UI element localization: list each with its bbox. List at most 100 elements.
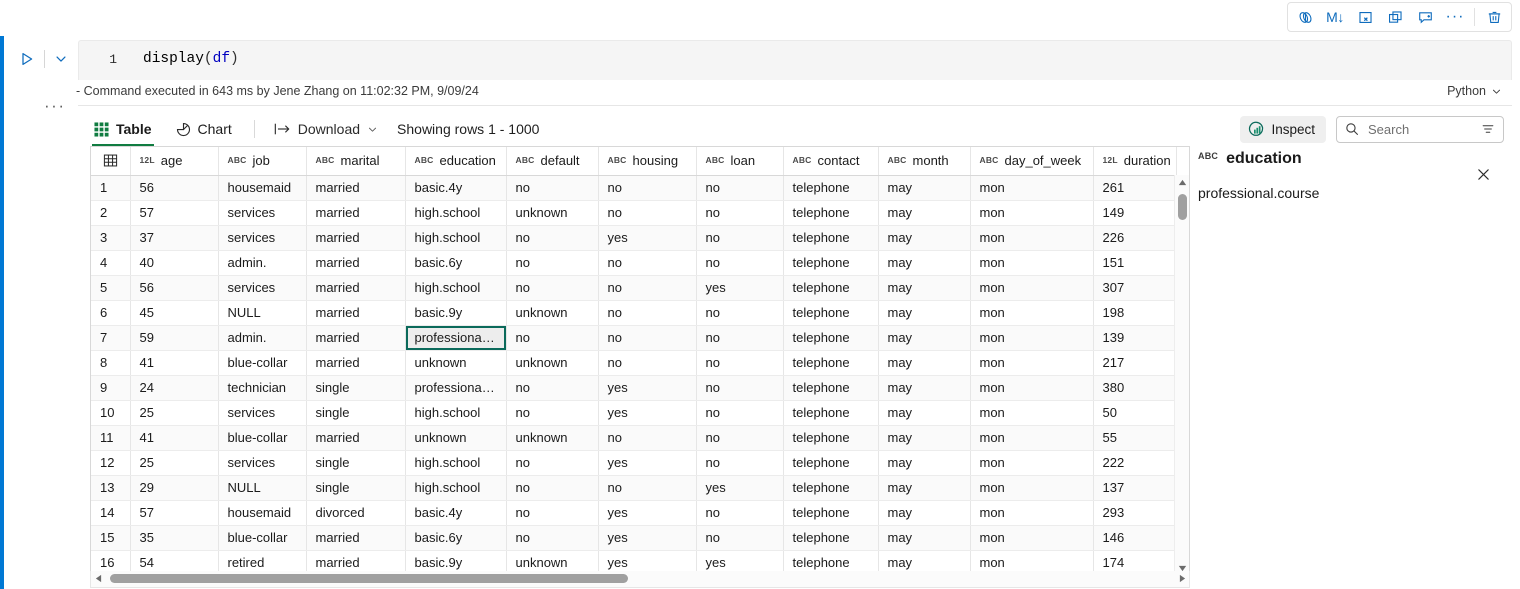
cell-duration[interactable]: 307	[1093, 275, 1176, 300]
cell-housing[interactable]: yes	[598, 500, 696, 525]
cell-default[interactable]: no	[506, 375, 598, 400]
cell-duration[interactable]: 217	[1093, 350, 1176, 375]
row-number-cell[interactable]: 2	[91, 200, 130, 225]
row-number-cell[interactable]: 9	[91, 375, 130, 400]
cell-contact[interactable]: telephone	[783, 500, 878, 525]
row-number-cell[interactable]: 11	[91, 425, 130, 450]
column-header-marital[interactable]: ABCmarital	[306, 147, 405, 175]
cell-day_of_week[interactable]: mon	[970, 250, 1093, 275]
row-number-cell[interactable]: 12	[91, 450, 130, 475]
cell-age[interactable]: 40	[130, 250, 218, 275]
cell-marital[interactable]: married	[306, 350, 405, 375]
column-header-education[interactable]: ABCeducation	[405, 147, 506, 175]
cell-month[interactable]: may	[878, 400, 970, 425]
cell-job[interactable]: services	[218, 225, 306, 250]
cell-age[interactable]: 41	[130, 425, 218, 450]
table-row[interactable]: 1141blue-collarmarriedunknownunknownnono…	[91, 425, 1176, 450]
cell-housing[interactable]: yes	[598, 525, 696, 550]
cell-default[interactable]: no	[506, 525, 598, 550]
cell-default[interactable]: no	[506, 500, 598, 525]
cell-default[interactable]: no	[506, 250, 598, 275]
cell-month[interactable]: may	[878, 225, 970, 250]
column-header-day_of_week[interactable]: ABCday_of_week	[970, 147, 1093, 175]
cell-default[interactable]: no	[506, 275, 598, 300]
table-row[interactable]: 337servicesmarriedhigh.schoolnoyesnotele…	[91, 225, 1176, 250]
row-number-cell[interactable]: 13	[91, 475, 130, 500]
column-header-contact[interactable]: ABCcontact	[783, 147, 878, 175]
row-number-header[interactable]	[91, 147, 130, 175]
cell-contact[interactable]: telephone	[783, 375, 878, 400]
cell-housing[interactable]: no	[598, 425, 696, 450]
cell-marital[interactable]: single	[306, 450, 405, 475]
search-input[interactable]	[1366, 121, 1474, 138]
cell-job[interactable]: housemaid	[218, 175, 306, 200]
cell-month[interactable]: may	[878, 450, 970, 475]
cell-default[interactable]: unknown	[506, 425, 598, 450]
add-comment-icon[interactable]	[1411, 4, 1439, 30]
row-number-cell[interactable]: 5	[91, 275, 130, 300]
collapse-chevron-down-icon[interactable]	[50, 48, 72, 70]
row-number-cell[interactable]: 8	[91, 350, 130, 375]
cell-job[interactable]: technician	[218, 375, 306, 400]
cell-contact[interactable]: telephone	[783, 275, 878, 300]
column-header-duration[interactable]: 12Lduration	[1093, 147, 1176, 175]
cell-contact[interactable]: telephone	[783, 250, 878, 275]
cell-contact[interactable]: telephone	[783, 325, 878, 350]
cell-education[interactable]: basic.4y	[405, 175, 506, 200]
cell-education[interactable]: unknown	[405, 350, 506, 375]
code-editor[interactable]: 1 display(df)	[78, 40, 1512, 80]
cell-age[interactable]: 29	[130, 475, 218, 500]
scroll-left-icon[interactable]	[91, 571, 105, 586]
cell-marital[interactable]: married	[306, 300, 405, 325]
cell-age[interactable]: 45	[130, 300, 218, 325]
table-row[interactable]: 759admin.marriedprofessional.c...nononot…	[91, 325, 1176, 350]
cell-education[interactable]: basic.6y	[405, 250, 506, 275]
cell-housing[interactable]: no	[598, 300, 696, 325]
cell-age[interactable]: 25	[130, 400, 218, 425]
cell-month[interactable]: may	[878, 425, 970, 450]
cell-month[interactable]: may	[878, 275, 970, 300]
cell-contact[interactable]: telephone	[783, 400, 878, 425]
cell-month[interactable]: may	[878, 525, 970, 550]
cell-age[interactable]: 57	[130, 500, 218, 525]
row-number-cell[interactable]: 1	[91, 175, 130, 200]
cell-loan[interactable]: no	[696, 525, 783, 550]
table-row[interactable]: 1225servicessinglehigh.schoolnoyesnotele…	[91, 450, 1176, 475]
row-number-cell[interactable]: 14	[91, 500, 130, 525]
cell-day_of_week[interactable]: mon	[970, 225, 1093, 250]
cell-housing[interactable]: no	[598, 275, 696, 300]
cell-education[interactable]: high.school	[405, 400, 506, 425]
cell-housing[interactable]: no	[598, 200, 696, 225]
cell-month[interactable]: may	[878, 200, 970, 225]
table-row[interactable]: 440admin.marriedbasic.6ynononotelephonem…	[91, 250, 1176, 275]
cell-marital[interactable]: single	[306, 375, 405, 400]
cell-loan[interactable]: no	[696, 450, 783, 475]
cell-default[interactable]: no	[506, 225, 598, 250]
cell-job[interactable]: blue-collar	[218, 425, 306, 450]
tab-chart[interactable]: Chart	[172, 112, 236, 146]
row-number-cell[interactable]: 10	[91, 400, 130, 425]
cell-age[interactable]: 25	[130, 450, 218, 475]
cell-job[interactable]: blue-collar	[218, 350, 306, 375]
cell-day_of_week[interactable]: mon	[970, 425, 1093, 450]
cell-default[interactable]: unknown	[506, 300, 598, 325]
cell-default[interactable]: no	[506, 475, 598, 500]
row-number-cell[interactable]: 6	[91, 300, 130, 325]
cell-age[interactable]: 57	[130, 200, 218, 225]
cell-education[interactable]: high.school	[405, 475, 506, 500]
cell-duration[interactable]: 139	[1093, 325, 1176, 350]
filter-icon[interactable]	[1481, 122, 1495, 136]
column-header-loan[interactable]: ABCloan	[696, 147, 783, 175]
cell-loan[interactable]: no	[696, 400, 783, 425]
column-header-age[interactable]: 12Lage	[130, 147, 218, 175]
cell-marital[interactable]: married	[306, 275, 405, 300]
cell-duration[interactable]: 50	[1093, 400, 1176, 425]
cell-education[interactable]: high.school	[405, 275, 506, 300]
row-number-cell[interactable]: 4	[91, 250, 130, 275]
cell-day_of_week[interactable]: mon	[970, 450, 1093, 475]
horizontal-scrollbar[interactable]	[90, 571, 1190, 588]
row-number-cell[interactable]: 15	[91, 525, 130, 550]
cell-housing[interactable]: yes	[598, 450, 696, 475]
close-icon[interactable]	[1472, 163, 1494, 185]
cell-age[interactable]: 59	[130, 325, 218, 350]
